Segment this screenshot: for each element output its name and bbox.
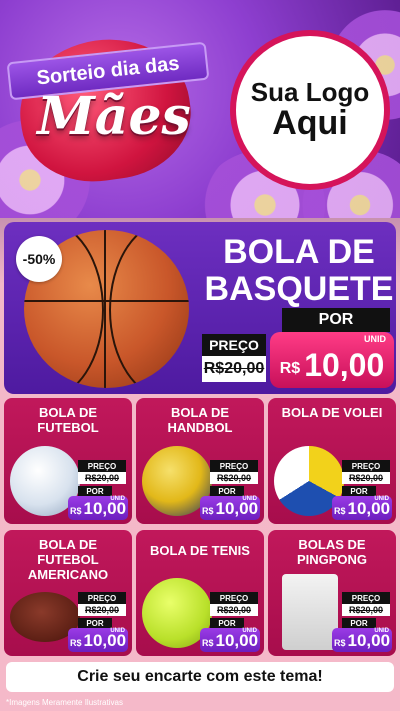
featured-old-price: R$20,00 bbox=[202, 356, 266, 382]
product-title: BOLA DE FUTEBOL bbox=[37, 405, 99, 435]
por-label: POR bbox=[342, 486, 376, 496]
price-tag: UNID R$ 10,00 bbox=[68, 496, 128, 520]
header-banner: Sorteio dia das Mães Sua Logo Aqui bbox=[0, 0, 400, 218]
price-tag: UNID R$ 10,00 bbox=[332, 496, 392, 520]
product-card-handbol[interactable]: BOLA DE HANDBOL PREÇO R$20,00 POR UNID R… bbox=[136, 398, 264, 524]
featured-currency: R$ bbox=[279, 360, 301, 377]
product-card-volei[interactable]: BOLA DE VOLEI PREÇO R$20,00 POR UNID R$ … bbox=[268, 398, 396, 524]
product-title: BOLA DE HANDBOL bbox=[167, 405, 233, 435]
currency: R$ bbox=[333, 506, 346, 516]
preco-label: PREÇO bbox=[342, 460, 390, 472]
flyer-page: Sorteio dia das Mães Sua Logo Aqui -50% … bbox=[0, 0, 400, 711]
product-card-tenis[interactable]: BOLA DE TENIS PREÇO R$20,00 POR UNID R$ … bbox=[136, 530, 264, 656]
unit-label: UNID bbox=[110, 496, 125, 502]
price: 10,00 bbox=[215, 631, 259, 650]
unit-label: UNID bbox=[374, 496, 389, 502]
footnote: *Imagens Meramente Ilustrativas bbox=[6, 698, 123, 707]
product-card-futebol-americano[interactable]: BOLA DE FUTEBOL AMERICANO PREÇO R$20,00 … bbox=[4, 530, 132, 656]
preco-label: PREÇO bbox=[78, 460, 126, 472]
por-label: POR bbox=[210, 618, 244, 628]
unit-label: UNID bbox=[242, 628, 257, 634]
featured-price: 10,00 bbox=[304, 347, 385, 383]
currency: R$ bbox=[333, 638, 346, 648]
preco-label: PREÇO bbox=[210, 460, 258, 472]
currency: R$ bbox=[201, 506, 214, 516]
featured-title: BOLA DE BASQUETE bbox=[204, 233, 394, 309]
discount-badge: -50% bbox=[16, 236, 62, 282]
old-price: R$20,00 bbox=[210, 604, 258, 616]
price: 10,00 bbox=[347, 499, 391, 518]
old-price: R$20,00 bbox=[342, 472, 390, 484]
logo-line1: Sua Logo bbox=[250, 76, 370, 107]
por-label: POR bbox=[342, 618, 376, 628]
price-tag: UNID R$ 10,00 bbox=[200, 628, 260, 652]
product-card-pingpong[interactable]: BOLAS DE PINGPONG PREÇO R$20,00 POR UNID… bbox=[268, 530, 396, 656]
currency: R$ bbox=[69, 638, 82, 648]
pingpong-balls-image bbox=[282, 574, 338, 650]
price: 10,00 bbox=[83, 499, 127, 518]
banner-line2: Mães bbox=[37, 86, 191, 147]
product-card-futebol[interactable]: BOLA DE FUTEBOL PREÇO R$20,00 POR UNID R… bbox=[4, 398, 132, 524]
product-title: BOLA DE VOLEI bbox=[281, 405, 383, 420]
unit-label: UNID bbox=[374, 628, 389, 634]
preco-label: PREÇO bbox=[78, 592, 126, 604]
logo-line2: Aqui bbox=[272, 103, 348, 142]
featured-unit: UNID bbox=[364, 334, 386, 344]
price: 10,00 bbox=[215, 499, 259, 518]
featured-por-label: POR bbox=[282, 308, 390, 332]
banner-line1: Sorteio dia das bbox=[35, 52, 181, 89]
price-tag: UNID R$ 10,00 bbox=[200, 496, 260, 520]
product-title: BOLAS DE PINGPONG bbox=[296, 537, 368, 567]
old-price: R$20,00 bbox=[78, 472, 126, 484]
old-price: R$20,00 bbox=[210, 472, 258, 484]
logo-placeholder[interactable]: Sua Logo Aqui bbox=[230, 30, 390, 190]
price-tag: UNID R$ 10,00 bbox=[332, 628, 392, 652]
cta-button[interactable]: Crie seu encarte com este tema! bbox=[6, 662, 394, 692]
preco-label: PREÇO bbox=[210, 592, 258, 604]
price: 10,00 bbox=[347, 631, 391, 650]
featured-price-tag: UNID R$ 10,00 bbox=[270, 332, 394, 388]
price-tag: UNID R$ 10,00 bbox=[68, 628, 128, 652]
price: 10,00 bbox=[83, 631, 127, 650]
por-label: POR bbox=[78, 486, 112, 496]
currency: R$ bbox=[69, 506, 82, 516]
unit-label: UNID bbox=[242, 496, 257, 502]
preco-label: PREÇO bbox=[342, 592, 390, 604]
featured-preco-label: PREÇO bbox=[202, 334, 266, 356]
product-title: BOLA DE TENIS bbox=[150, 543, 250, 558]
old-price: R$20,00 bbox=[342, 604, 390, 616]
product-title: BOLA DE FUTEBOL AMERICANO bbox=[27, 537, 109, 582]
por-label: POR bbox=[210, 486, 244, 496]
unit-label: UNID bbox=[110, 628, 125, 634]
currency: R$ bbox=[201, 638, 214, 648]
featured-product[interactable]: -50% BOLA DE BASQUETE POR PREÇO R$20,00 … bbox=[4, 222, 396, 394]
old-price: R$20,00 bbox=[78, 604, 126, 616]
por-label: POR bbox=[78, 618, 112, 628]
